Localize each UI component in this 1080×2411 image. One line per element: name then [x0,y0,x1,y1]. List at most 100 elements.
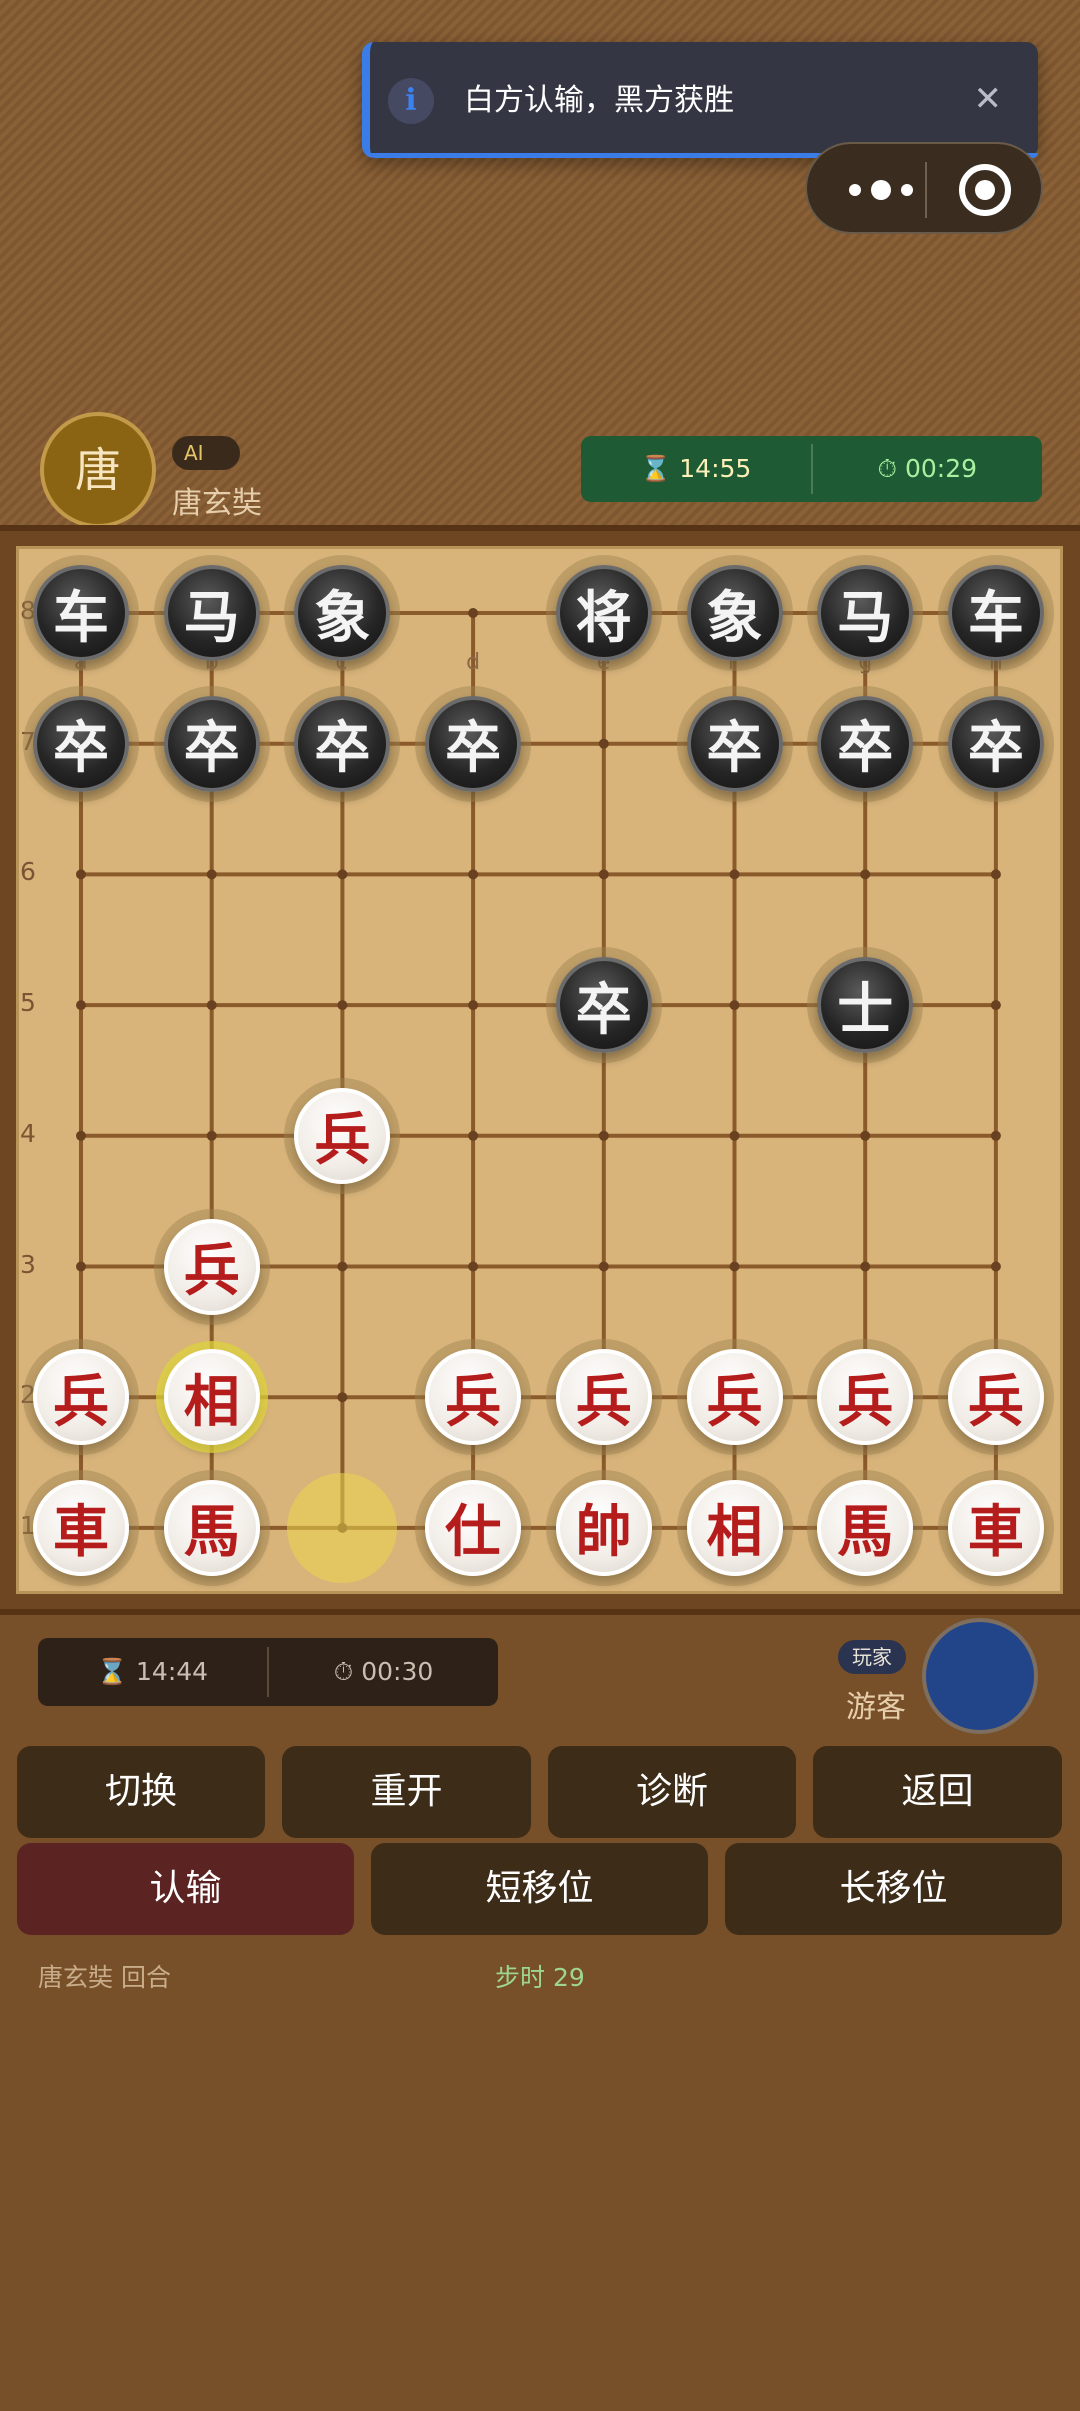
player-timer: ⌛ 14:44 ⏱ 00:30 [38,1638,498,1706]
opponent-step-time: ⏱ 00:29 [813,454,1043,484]
grid-intersection [729,1261,740,1272]
back-button[interactable]: 返回 [813,1746,1062,1838]
red-piece[interactable]: 帥 [555,1479,652,1576]
opponent-avatar: 唐 [40,412,156,528]
black-piece[interactable]: 卒 [425,695,522,792]
hourglass-icon: ⌛ [640,454,672,483]
short-castle-button[interactable]: 短移位 [371,1843,708,1935]
red-piece[interactable]: 兵 [686,1349,783,1446]
capsule-divider [925,162,927,218]
black-piece[interactable]: 象 [686,565,783,661]
grid-intersection [990,1000,1001,1011]
red-piece[interactable]: 兵 [947,1349,1044,1446]
stopwatch-icon: ⏱ [877,454,897,483]
opponent-ai-badge: AI [172,436,240,470]
grid-intersection [76,1000,86,1011]
red-piece[interactable]: 車 [33,1479,129,1576]
opponent-name: 唐玄奘 [172,486,262,521]
grid-intersection [206,1130,217,1141]
black-piece[interactable]: 卒 [817,695,914,792]
opponent-total-time: ⌛ 14:55 [581,454,811,484]
info-icon: i [388,78,434,124]
red-piece[interactable]: 兵 [163,1218,260,1315]
black-piece[interactable]: 卒 [294,695,391,792]
player-total-time: ⌛ 14:44 [38,1657,267,1687]
grid-intersection [337,1261,348,1272]
black-piece[interactable]: 卒 [163,695,260,792]
grid-intersection [598,1261,609,1272]
player-avatar [922,1618,1038,1734]
file-label: d [466,649,481,675]
close-icon[interactable]: ✕ [974,76,1003,122]
resign-button[interactable]: 认输 [17,1843,354,1935]
black-piece[interactable]: 卒 [686,695,783,792]
grid-intersection [468,1000,479,1011]
red-piece[interactable]: 車 [947,1479,1044,1576]
grid-intersection [598,869,609,880]
restart-button[interactable]: 重开 [282,1746,531,1838]
red-piece[interactable]: 兵 [555,1349,652,1446]
grid-intersection [860,1261,871,1272]
grid-intersection [337,869,348,880]
grid-intersection [76,1130,86,1141]
red-piece[interactable]: 兵 [33,1349,129,1446]
grid-intersection [598,1130,609,1141]
grid-intersection [729,1130,740,1141]
switch-button[interactable]: 切换 [17,1746,265,1838]
last-move-marker[interactable] [287,1472,398,1583]
black-piece[interactable]: 卒 [947,695,1044,792]
stopwatch-icon: ⏱ [333,1657,354,1686]
grid-intersection [990,1261,1001,1272]
black-piece[interactable]: 马 [163,565,260,661]
grid-intersection [468,608,479,618]
grid-intersection [990,869,1001,880]
step-time-status: 步时 29 [495,1963,585,1992]
grid-intersection [206,1000,217,1011]
more-dots-icon[interactable] [841,172,931,208]
grid-intersection [860,1130,871,1141]
black-piece[interactable]: 将 [555,565,652,661]
black-piece[interactable]: 车 [33,565,129,661]
player-total-time-value: 14:44 [136,1657,209,1686]
grid-intersection [337,1000,348,1011]
player-step-time-value: 00:30 [361,1657,434,1686]
player-step-time: ⏱ 00:30 [269,1657,498,1687]
black-piece[interactable]: 车 [947,565,1044,661]
black-piece[interactable]: 卒 [33,695,129,792]
toast-message: 白方认输，黑方获胜 [464,83,734,118]
long-castle-button[interactable]: 长移位 [725,1843,1062,1935]
grid-intersection [76,1261,86,1272]
black-piece[interactable]: 象 [294,565,391,661]
diagnose-button[interactable]: 诊断 [548,1746,796,1838]
black-piece[interactable]: 士 [817,957,914,1054]
notification-toast: i 白方认输，黑方获胜 ✕ [362,42,1038,158]
grid-intersection [468,1261,479,1272]
red-piece[interactable]: 兵 [425,1349,522,1446]
grid-intersection [468,1130,479,1141]
red-piece[interactable]: 兵 [294,1087,391,1184]
grid-intersection [337,1392,348,1403]
grid-intersection [729,1000,740,1011]
red-piece[interactable]: 馬 [163,1479,260,1576]
grid-intersection [76,869,86,880]
opponent-total-time-value: 14:55 [679,454,752,483]
rank-label: 5 [20,988,36,1018]
rank-label: 6 [20,857,36,887]
black-piece[interactable]: 卒 [555,957,652,1054]
red-piece[interactable]: 兵 [817,1349,914,1446]
grid-intersection [729,869,740,880]
red-piece[interactable]: 相 [163,1349,260,1446]
opponent-timer: ⌛ 14:55 ⏱ 00:29 [581,436,1042,502]
red-piece[interactable]: 相 [686,1479,783,1576]
red-piece[interactable]: 仕 [425,1479,522,1576]
rank-label: 4 [20,1118,36,1148]
red-piece[interactable]: 馬 [817,1479,914,1576]
grid-intersection [206,869,217,880]
turn-status: 唐玄奘 回合 [38,1963,171,1992]
hourglass-icon: ⌛ [96,1657,129,1686]
grid-intersection [990,1130,1001,1141]
black-piece[interactable]: 马 [817,565,914,661]
target-icon[interactable] [959,164,1011,216]
board-grid [76,608,1001,1533]
opponent-step-time-value: 00:29 [904,454,977,483]
